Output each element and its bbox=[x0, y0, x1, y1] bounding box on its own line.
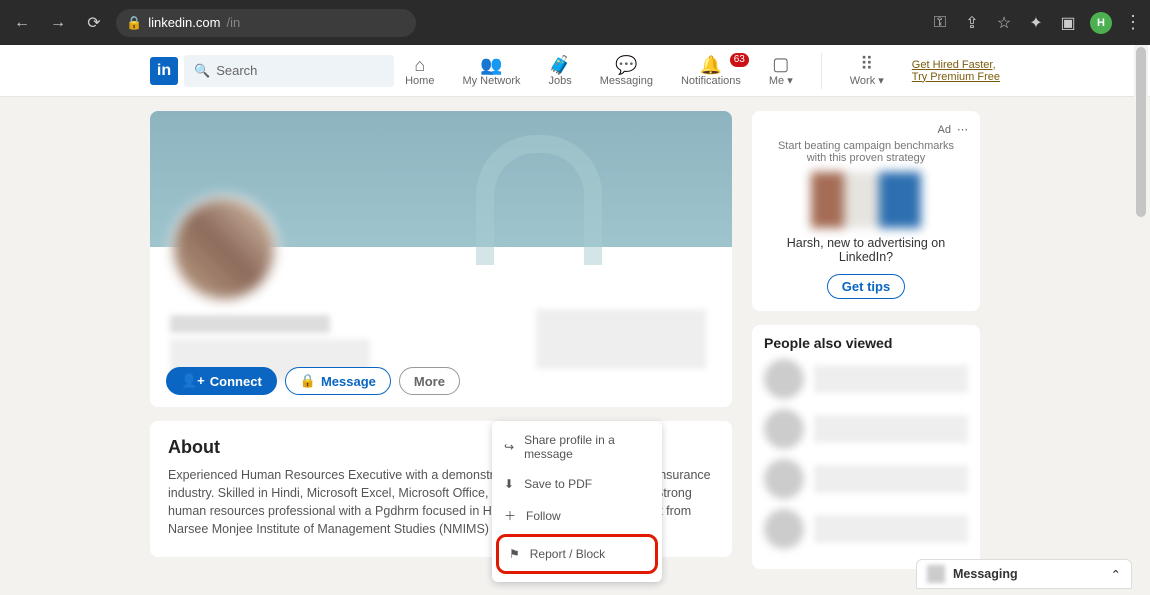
lock-small-icon: 🔒 bbox=[300, 373, 316, 389]
page-viewport: in 🔍 Search ⌂Home 👥My Network 🧳Jobs 💬Mes… bbox=[0, 45, 1150, 595]
browser-menu[interactable]: ⋮ bbox=[1124, 12, 1142, 33]
pav-item[interactable] bbox=[764, 409, 968, 449]
ad-card: Ad ⋯ Start beating campaign benchmarks wi… bbox=[752, 111, 980, 311]
reload-button[interactable]: ⟳ bbox=[80, 9, 108, 37]
msg-avatar bbox=[927, 565, 945, 583]
pav-item[interactable] bbox=[764, 359, 968, 399]
save-pdf-item[interactable]: ⬇Save to PDF bbox=[492, 469, 662, 499]
nav-me[interactable]: ▢Me ▾ bbox=[769, 54, 793, 87]
panel-icon[interactable]: ▣ bbox=[1058, 13, 1078, 33]
back-button[interactable]: ← bbox=[8, 9, 36, 37]
linkedin-logo[interactable]: in bbox=[150, 57, 178, 85]
more-dropdown: ↪Share profile in a message ⬇Save to PDF… bbox=[492, 421, 662, 582]
profile-header-card: 👤+Connect 🔒Message More bbox=[150, 111, 732, 407]
people-also-viewed-card: People also viewed bbox=[752, 325, 980, 569]
linkedin-topnav: in 🔍 Search ⌂Home 👥My Network 🧳Jobs 💬Mes… bbox=[0, 45, 1150, 97]
key-icon[interactable]: ⚿ bbox=[930, 13, 950, 33]
avatar-icon: ▢ bbox=[772, 54, 789, 74]
flag-icon: ⚑ bbox=[509, 547, 520, 561]
profile-avatar[interactable]: H bbox=[1090, 12, 1112, 34]
ad-line: Harsh, new to advertising on LinkedIn? bbox=[764, 236, 968, 264]
grid-icon: ⠿ bbox=[860, 54, 873, 74]
search-input[interactable]: 🔍 Search bbox=[184, 55, 394, 87]
nav-home[interactable]: ⌂Home bbox=[405, 55, 434, 87]
address-bar[interactable]: 🔒 linkedin.com/in bbox=[116, 9, 416, 37]
search-icon: 🔍 bbox=[194, 63, 210, 79]
caret-up-icon: ⌃ bbox=[1111, 567, 1121, 582]
toolbar-icons: ⚿ ⇪ ☆ ✦ ▣ H ⋮ bbox=[930, 12, 1142, 34]
download-icon: ⬇ bbox=[504, 477, 514, 491]
message-button[interactable]: 🔒Message bbox=[285, 367, 391, 395]
connect-button[interactable]: 👤+Connect bbox=[166, 367, 277, 395]
share-profile-item[interactable]: ↪Share profile in a message bbox=[492, 425, 662, 469]
chat-icon: 💬 bbox=[615, 55, 637, 75]
pav-item[interactable] bbox=[764, 459, 968, 499]
divider bbox=[821, 53, 822, 89]
extensions-icon[interactable]: ✦ bbox=[1026, 13, 1046, 33]
get-tips-button[interactable]: Get tips bbox=[827, 274, 905, 299]
search-placeholder: Search bbox=[216, 63, 257, 78]
plus-icon: ＋ bbox=[504, 507, 516, 524]
messaging-bar[interactable]: Messaging ⌃ bbox=[916, 559, 1132, 589]
scrollbar[interactable] bbox=[1134, 45, 1148, 595]
url-path: /in bbox=[226, 15, 240, 30]
people-icon: 👥 bbox=[480, 55, 502, 75]
scroll-thumb[interactable] bbox=[1136, 47, 1146, 217]
nav-network[interactable]: 👥My Network bbox=[462, 55, 520, 87]
ad-subtitle: Start beating campaign benchmarks with t… bbox=[776, 140, 956, 164]
profile-company-redacted bbox=[536, 309, 706, 369]
person-plus-icon: 👤+ bbox=[181, 373, 205, 389]
share-arrow-icon: ↪ bbox=[504, 440, 514, 454]
follow-item[interactable]: ＋Follow bbox=[492, 499, 662, 532]
star-icon[interactable]: ☆ bbox=[994, 13, 1014, 33]
nav-work[interactable]: ⠿Work ▾ bbox=[850, 54, 884, 87]
report-block-item[interactable]: ⚑Report / Block bbox=[496, 534, 658, 574]
messaging-label: Messaging bbox=[953, 567, 1018, 581]
forward-button[interactable]: → bbox=[44, 9, 72, 37]
browser-chrome: ← → ⟳ 🔒 linkedin.com/in ⚿ ⇪ ☆ ✦ ▣ H ⋮ bbox=[0, 0, 1150, 45]
bell-icon: 🔔 bbox=[700, 55, 722, 75]
ad-menu-icon[interactable]: ⋯ bbox=[957, 123, 968, 136]
ad-label: Ad bbox=[938, 124, 951, 136]
notif-badge: 63 bbox=[730, 53, 749, 67]
share-icon[interactable]: ⇪ bbox=[962, 13, 982, 33]
more-button[interactable]: More bbox=[399, 367, 460, 395]
nav-notifications[interactable]: 🔔63Notifications bbox=[681, 55, 741, 87]
nav-messaging[interactable]: 💬Messaging bbox=[600, 55, 653, 87]
pav-item[interactable] bbox=[764, 509, 968, 549]
profile-photo[interactable] bbox=[170, 195, 278, 303]
home-icon: ⌂ bbox=[414, 55, 425, 75]
lock-icon: 🔒 bbox=[126, 15, 142, 31]
ad-image[interactable] bbox=[811, 172, 921, 228]
premium-link[interactable]: Get Hired Faster, Try Premium Free bbox=[912, 59, 1000, 83]
url-domain: linkedin.com bbox=[148, 15, 220, 30]
briefcase-icon: 🧳 bbox=[549, 55, 571, 75]
profile-name-redacted bbox=[170, 315, 330, 333]
nav-jobs[interactable]: 🧳Jobs bbox=[549, 55, 572, 87]
pav-heading: People also viewed bbox=[764, 335, 968, 351]
